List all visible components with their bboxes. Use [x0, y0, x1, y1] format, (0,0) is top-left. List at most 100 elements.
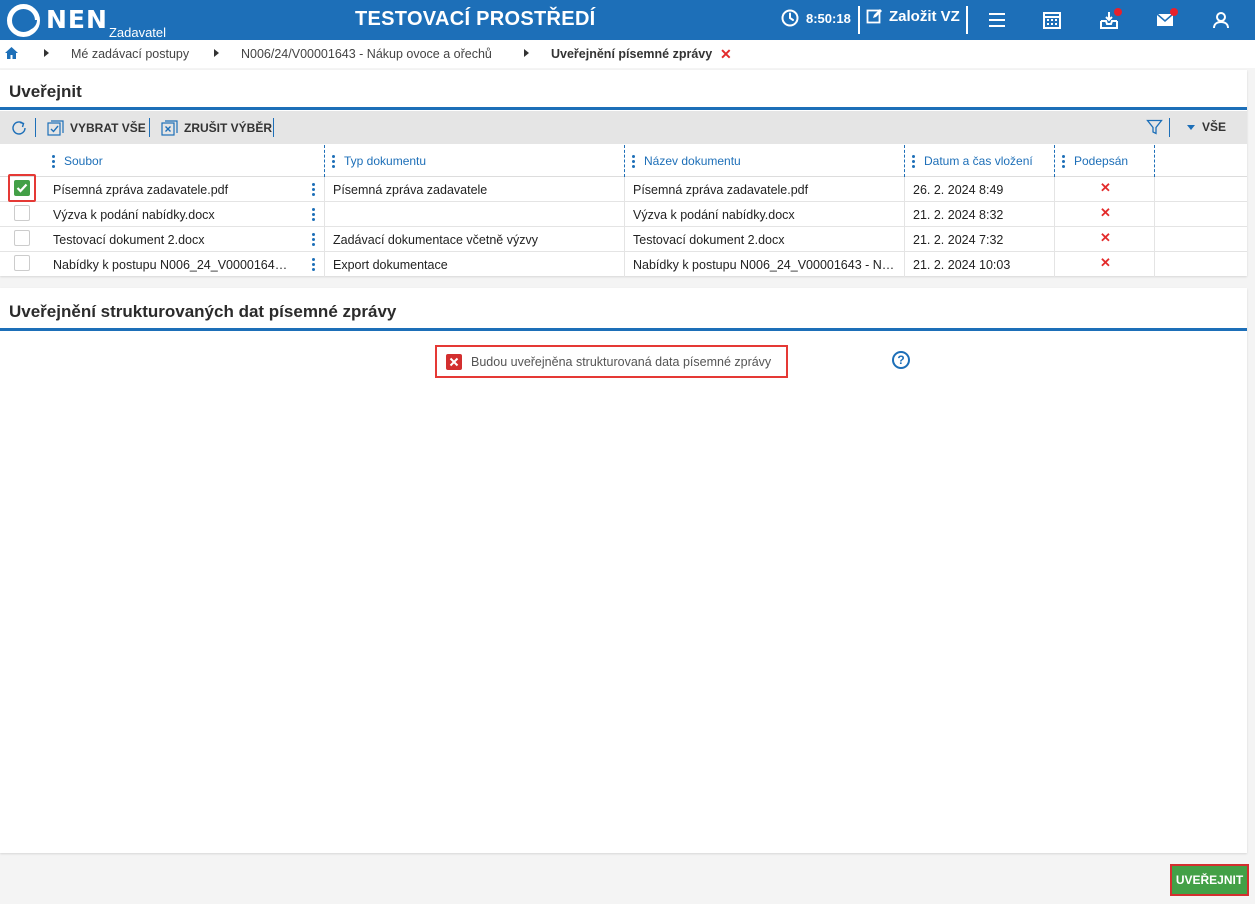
cell-name: Písemná zpráva zadavatele.pdf: [633, 183, 809, 197]
column-divider[interactable]: [904, 145, 905, 177]
publish-panel: Uveřejnit VYBRAT VŠE ZRUŠIT VÝBĚR VŠE So…: [0, 70, 1247, 277]
close-icon[interactable]: ✕: [720, 46, 732, 63]
breadcrumb-separator-icon: [524, 49, 529, 57]
cell-divider: [1154, 202, 1155, 227]
cell-datetime: 21. 2. 2024 10:03: [913, 258, 1011, 272]
menu-icon[interactable]: [987, 10, 1007, 30]
check-icon: [16, 183, 28, 193]
cell-divider: [324, 177, 325, 202]
toolbar-divider: [149, 118, 150, 137]
not-signed-icon: ✕: [1100, 230, 1111, 245]
column-header-file[interactable]: Soubor: [52, 154, 103, 168]
not-signed-icon: ✕: [1100, 205, 1111, 220]
breadcrumb-item[interactable]: N006/24/V00001643 - Nákup ovoce a ořechů: [241, 47, 492, 61]
column-divider[interactable]: [324, 145, 325, 177]
cell-name: Výzva k podání nabídky.docx: [633, 208, 795, 222]
deselect-icon: [161, 120, 178, 136]
row-menu-icon[interactable]: [312, 233, 315, 246]
cell-type: Písemná zpráva zadavatele: [333, 183, 488, 197]
cell-type: Zadávací dokumentace včetně výzvy: [333, 233, 538, 247]
cell-divider: [624, 177, 625, 202]
column-header-datetime[interactable]: Datum a čas vložení: [912, 154, 1033, 168]
cell-divider: [904, 227, 905, 252]
column-menu-icon[interactable]: [1062, 154, 1065, 168]
cell-divider: [324, 227, 325, 252]
clock-icon: [781, 9, 799, 27]
breadcrumb: Mé zadávací postupy N006/24/V00001643 - …: [0, 40, 1255, 68]
row-menu-icon[interactable]: [312, 183, 315, 196]
environment-title: TESTOVACÍ PROSTŘEDÍ: [355, 8, 596, 30]
row-checkbox[interactable]: [14, 230, 30, 246]
panel-title: Uveřejnění strukturovaných dat písemné z…: [9, 302, 397, 321]
row-checkbox[interactable]: [14, 255, 30, 271]
top-bar: NEN Zadavatel TESTOVACÍ PROSTŘEDÍ 8:50:1…: [0, 0, 1255, 40]
structured-data-label: Budou uveřejněna strukturovaná data píse…: [471, 354, 772, 369]
close-icon: [449, 357, 459, 366]
cell-file: Výzva k podání nabídky.docx: [53, 208, 215, 222]
breadcrumb-current: Uveřejnění písemné zprávy: [551, 47, 713, 61]
logo-text: NEN: [46, 5, 108, 34]
breadcrumb-item[interactable]: Mé zadávací postupy: [71, 47, 189, 61]
cell-file: Písemná zpráva zadavatele.pdf: [53, 183, 229, 197]
column-header-name[interactable]: Název dokumentu: [632, 154, 741, 168]
filter-icon[interactable]: [1146, 119, 1163, 136]
cell-divider: [624, 202, 625, 227]
table-row[interactable]: Písemná zpráva zadavatele.pdf Písemná zp…: [0, 174, 1247, 202]
chevron-down-icon: [1187, 125, 1195, 130]
create-contract-button[interactable]: Založit VZ: [866, 8, 960, 25]
table-row[interactable]: Testovací dokument 2.docx Zadávací dokum…: [0, 227, 1247, 252]
cell-divider: [624, 227, 625, 252]
not-signed-icon: ✕: [1100, 255, 1111, 270]
user-icon[interactable]: [1211, 10, 1231, 30]
row-menu-icon[interactable]: [312, 258, 315, 271]
help-icon[interactable]: ?: [892, 351, 910, 369]
select-all-label: VYBRAT VŠE: [70, 121, 146, 135]
publish-button[interactable]: UVEŘEJNIT: [1170, 864, 1249, 896]
cell-divider: [1054, 202, 1055, 227]
panel-title: Uveřejnit: [9, 82, 82, 101]
cell-divider: [1154, 252, 1155, 277]
column-menu-icon[interactable]: [332, 154, 335, 168]
cell-name: Nabídky k postupu N006_24_V00001643 - N…: [633, 258, 895, 272]
breadcrumb-separator-icon: [214, 49, 219, 57]
column-header-type[interactable]: Typ dokumentu: [332, 154, 426, 168]
column-menu-icon[interactable]: [632, 154, 635, 168]
cell-file: Testovací dokument 2.docx: [53, 233, 205, 247]
nen-logo[interactable]: NEN Zadavatel: [7, 3, 166, 40]
select-all-button[interactable]: VYBRAT VŠE: [47, 120, 146, 136]
table-row[interactable]: Výzva k podání nabídky.docx Výzva k podá…: [0, 202, 1247, 227]
nen-logo-icon: [7, 4, 40, 37]
cell-type: Export dokumentace: [333, 258, 448, 272]
structured-data-checkbox[interactable]: [446, 353, 462, 370]
calendar-icon[interactable]: [1042, 10, 1062, 30]
panel-divider: [0, 328, 1247, 331]
column-header-signed[interactable]: Podepsán: [1062, 154, 1128, 168]
row-checkbox[interactable]: [14, 180, 30, 196]
session-timer: 8:50:18: [781, 9, 851, 27]
session-time: 8:50:18: [806, 10, 851, 26]
column-divider[interactable]: [624, 145, 625, 177]
refresh-icon[interactable]: [10, 119, 28, 137]
row-checkbox[interactable]: [14, 205, 30, 221]
row-menu-icon[interactable]: [312, 208, 315, 221]
toolbar-divider: [273, 118, 274, 137]
filter-dropdown[interactable]: VŠE: [1186, 120, 1226, 134]
deselect-button[interactable]: ZRUŠIT VÝBĚR: [161, 120, 272, 136]
cell-divider: [324, 252, 325, 277]
grid-toolbar: VYBRAT VŠE ZRUŠIT VÝBĚR VŠE: [0, 111, 1247, 144]
cell-file: Nabídky k postupu N006_24_V0000164…: [53, 258, 288, 272]
notification-badge: [1170, 8, 1178, 16]
cell-divider: [904, 177, 905, 202]
cell-divider: [1154, 177, 1155, 202]
home-icon[interactable]: [5, 47, 18, 59]
column-divider[interactable]: [1054, 145, 1055, 177]
column-menu-icon[interactable]: [52, 154, 55, 168]
column-menu-icon[interactable]: [912, 154, 915, 168]
column-divider[interactable]: [1154, 145, 1155, 177]
select-all-icon: [47, 120, 64, 136]
deselect-label: ZRUŠIT VÝBĚR: [184, 121, 273, 135]
table-row[interactable]: Nabídky k postupu N006_24_V0000164… Expo…: [0, 252, 1247, 277]
structured-data-checkbox-field[interactable]: Budou uveřejněna strukturovaná data píse…: [435, 345, 788, 378]
cell-divider: [904, 202, 905, 227]
toolbar-divider: [1169, 118, 1170, 137]
